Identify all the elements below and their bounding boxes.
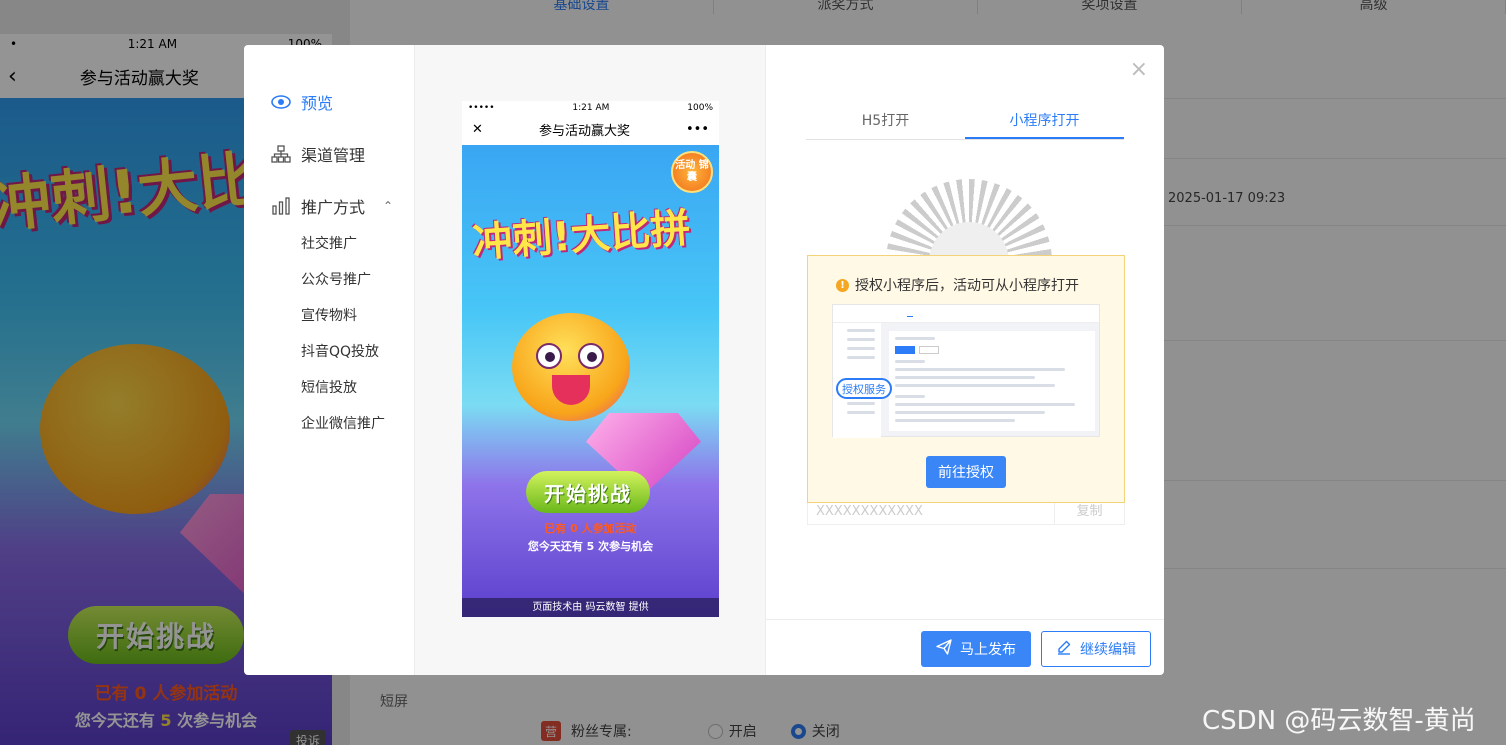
- sidebar-subitem-official-account[interactable]: 公众号推广: [244, 271, 414, 307]
- open-mode-tabs: H5打开 小程序打开: [806, 111, 1124, 140]
- share-pane: × H5打开 小程序打开 ! 授权小程序后，活动可从小程序打开 授权服务 前往授…: [766, 45, 1164, 675]
- eye-icon: [270, 91, 292, 113]
- mascot-image: [512, 313, 630, 421]
- close-icon[interactable]: ✕: [472, 122, 483, 137]
- sidebar-item-channel[interactable]: 渠道管理: [244, 141, 414, 167]
- guide-image-topbar: [833, 305, 1099, 323]
- phone-page-title: 参与活动赢大奖: [538, 123, 630, 139]
- sidebar-subitem-social[interactable]: 社交推广: [244, 235, 414, 271]
- status-battery: 100%: [687, 103, 713, 113]
- sidebar-subitem-sms[interactable]: 短信投放: [244, 379, 414, 415]
- link-copy-row: XXXXXXXXXXXX 复制: [807, 503, 1125, 525]
- status-time: 1:21 AM: [572, 103, 610, 113]
- go-authorize-button[interactable]: 前往授权: [926, 456, 1006, 488]
- continue-edit-button[interactable]: 继续编辑: [1041, 631, 1151, 667]
- phone-status-bar: ••••• 1:21 AM 100%: [462, 101, 719, 115]
- continue-edit-label: 继续编辑: [1080, 642, 1136, 658]
- modal-sidebar: 预览 渠道管理 推广方式 ⌃ 社交推广 公众号推广 宣传物料 抖音QQ投放 短信…: [244, 45, 415, 675]
- authorize-service-highlight: 授权服务: [836, 378, 892, 399]
- participants-text: 已有 0 人参加活动: [544, 522, 637, 535]
- sidebar-subitem-materials[interactable]: 宣传物料: [244, 307, 414, 343]
- warning-icon: !: [836, 278, 849, 292]
- phone-preview-pane: ••••• 1:21 AM 100% ✕ 参与活动赢大奖 ••• 活动 锦囊 冲…: [415, 45, 766, 675]
- phone-mockup: ••••• 1:21 AM 100% ✕ 参与活动赢大奖 ••• 活动 锦囊 冲…: [462, 101, 719, 617]
- publish-now-button[interactable]: 马上发布: [921, 631, 1031, 667]
- sitemap-icon: [270, 143, 292, 165]
- activity-tips-badge[interactable]: 活动 锦囊: [671, 151, 713, 193]
- sidebar-subitem-wecom[interactable]: 企业微信推广: [244, 415, 414, 451]
- tab-h5[interactable]: H5打开: [806, 111, 965, 139]
- sidebar-item-preview[interactable]: 预览: [244, 89, 414, 115]
- mini-program-code-placeholder: [886, 179, 1052, 259]
- copy-button[interactable]: 复制: [1054, 503, 1124, 524]
- chevron-up-icon[interactable]: ⌃: [383, 199, 393, 213]
- authorization-guide-image: 授权服务: [832, 304, 1100, 438]
- mascot-mouth: [552, 375, 590, 405]
- sidebar-item-label: 推广方式: [301, 198, 366, 217]
- game-title: 冲刺!大比拼: [470, 205, 692, 267]
- guide-image-content: [889, 331, 1095, 431]
- sidebar-item-label: 预览: [301, 94, 334, 113]
- publish-now-label: 马上发布: [960, 642, 1016, 658]
- tech-support-footer: 页面技术由 码云数智 提供: [462, 598, 719, 617]
- authorization-tip: ! 授权小程序后，活动可从小程序打开: [836, 275, 1079, 295]
- send-icon: [936, 639, 952, 659]
- edit-icon: [1056, 639, 1072, 659]
- chances-text: 您今天还有 5 次参与机会: [527, 540, 654, 553]
- more-icon[interactable]: •••: [686, 122, 709, 137]
- sidebar-item-promo[interactable]: 推广方式 ⌃: [244, 193, 414, 219]
- signal-icon: •••••: [468, 103, 495, 113]
- mascot-eye: [578, 343, 604, 369]
- game-banner: 活动 锦囊 冲刺!大比拼 开始挑战 已有 0 人参加活动 您今天还有 5 次参与…: [462, 145, 719, 617]
- authorization-tip-text: 授权小程序后，活动可从小程序打开: [855, 278, 1079, 294]
- link-value: XXXXXXXXXXXX: [816, 504, 923, 519]
- authorization-notice: ! 授权小程序后，活动可从小程序打开 授权服务 前往授权: [807, 255, 1125, 503]
- sidebar-item-label: 渠道管理: [301, 146, 366, 165]
- publish-modal: 预览 渠道管理 推广方式 ⌃ 社交推广 公众号推广 宣传物料 抖音QQ投放 短信…: [244, 45, 1164, 675]
- close-icon[interactable]: ×: [1130, 59, 1148, 81]
- sidebar-subitem-douyin-qq[interactable]: 抖音QQ投放: [244, 343, 414, 379]
- modal-footer: 马上发布 继续编辑: [766, 619, 1164, 675]
- phone-nav-bar: ✕ 参与活动赢大奖 •••: [462, 115, 719, 143]
- tab-mini-program[interactable]: 小程序打开: [965, 111, 1124, 139]
- mascot-eye: [536, 343, 562, 369]
- start-challenge-button[interactable]: 开始挑战: [526, 471, 650, 513]
- bar-chart-icon: [270, 195, 292, 217]
- watermark: CSDN @码云数智-黄尚: [1202, 706, 1476, 736]
